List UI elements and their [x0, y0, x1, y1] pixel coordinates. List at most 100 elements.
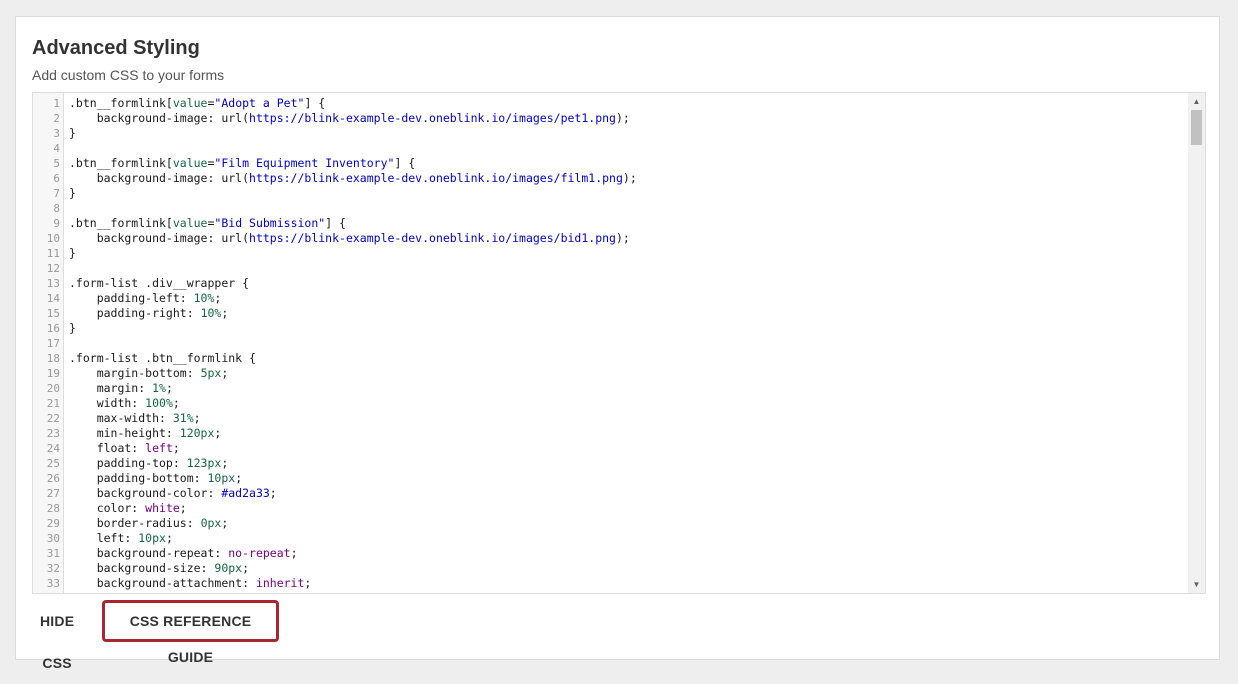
code-token: background-repeat: — [69, 546, 229, 560]
code-text: } — [69, 246, 76, 261]
css-reference-guide-button[interactable]: CSS REFERENCE GUIDE — [102, 600, 279, 665]
code-line[interactable]: 3} — [33, 126, 1188, 141]
code-line[interactable]: 20 margin: 1%; — [33, 381, 1188, 396]
code-line[interactable]: 14 padding-left: 10%; — [33, 291, 1188, 306]
line-number: 25 — [46, 457, 60, 470]
code-line[interactable]: 2 background-image: url(https://blink-ex… — [33, 111, 1188, 126]
code-text: max-width: 31%; — [69, 411, 201, 426]
code-text: min-height: 120px; — [69, 426, 222, 441]
code-text: background-size: 90px; — [69, 561, 249, 576]
code-line[interactable]: 24 float: left; — [33, 441, 1188, 456]
code-line[interactable]: 12 — [33, 261, 1188, 276]
code-text: background-image: url(https://blink-exam… — [69, 171, 637, 186]
code-text: background-color: #ad2a33; — [69, 486, 277, 501]
line-number: 4 — [53, 142, 60, 155]
code-line[interactable]: 29 border-radius: 0px; — [33, 516, 1188, 531]
code-token: ; — [214, 426, 222, 440]
code-text: padding-left: 10%; — [69, 291, 222, 306]
code-token: ; — [235, 471, 243, 485]
code-line[interactable]: 10 background-image: url(https://blink-e… — [33, 231, 1188, 246]
line-number: 18 — [46, 352, 60, 365]
code-line[interactable]: 31 background-repeat: no-repeat; — [33, 546, 1188, 561]
code-line[interactable]: 23 min-height: 120px; — [33, 426, 1188, 441]
code-token: 1% — [152, 381, 166, 395]
code-line[interactable]: 25 padding-top: 123px; — [33, 456, 1188, 471]
code-line[interactable]: 7} — [33, 186, 1188, 201]
line-number: 21 — [46, 397, 60, 410]
editor-scrollbar[interactable]: ▲ ▼ — [1188, 93, 1205, 593]
scrollbar-thumb[interactable] — [1191, 110, 1202, 145]
code-token: background-image: url( — [69, 111, 250, 125]
line-number: 1 — [53, 97, 60, 110]
code-token: ; — [193, 411, 201, 425]
code-line[interactable]: 19 margin-bottom: 5px; — [33, 366, 1188, 381]
code-text: padding-top: 123px; — [69, 456, 229, 471]
code-token: 90px — [214, 561, 243, 575]
code-token: ; — [172, 396, 180, 410]
code-line[interactable]: 30 left: 10px; — [33, 531, 1188, 546]
code-text: background-attachment: inherit; — [69, 576, 312, 591]
code-text: left: 10px; — [69, 531, 173, 546]
scroll-up-arrow-icon[interactable]: ▲ — [1188, 93, 1205, 110]
code-line[interactable]: 33 background-attachment: inherit; — [33, 576, 1188, 591]
code-token: 10px — [138, 531, 166, 545]
code-token: ; — [214, 291, 222, 305]
code-token: ; — [165, 531, 173, 545]
code-token: 31% — [172, 411, 194, 425]
code-line[interactable]: 16} — [33, 321, 1188, 336]
line-number: 20 — [46, 382, 60, 395]
code-token: ] { — [325, 216, 346, 230]
code-token: #ad2a33 — [221, 486, 270, 500]
scroll-down-arrow-icon[interactable]: ▼ — [1188, 576, 1205, 593]
code-token: background-image: url( — [69, 171, 250, 185]
code-text: background-image: url(https://blink-exam… — [69, 111, 630, 126]
code-line[interactable]: 27 background-color: #ad2a33; — [33, 486, 1188, 501]
code-token: no-repeat — [228, 546, 291, 560]
code-text: .form-list .btn__formlink { — [69, 351, 256, 366]
code-line[interactable]: 22 max-width: 31%; — [33, 411, 1188, 426]
code-token: float: — [69, 441, 146, 455]
code-token: 123px — [186, 456, 222, 470]
code-token: ; — [165, 381, 173, 395]
css-code-editor[interactable]: 1 .btn__formlink[value="Adopt a Pet"] {2 … — [32, 92, 1206, 594]
code-token: margin-bottom: — [69, 366, 201, 380]
code-text: background-image: url(https://blink-exam… — [69, 231, 630, 246]
code-line[interactable]: 18 .form-list .btn__formlink { — [33, 351, 1188, 366]
code-line[interactable]: 1 .btn__formlink[value="Adopt a Pet"] { — [33, 96, 1188, 111]
code-token: .form-list .div__wrapper { — [69, 276, 250, 290]
code-line[interactable]: 32 background-size: 90px; — [33, 561, 1188, 576]
code-token: color: — [69, 501, 146, 515]
code-token: ; — [269, 486, 277, 500]
code-line[interactable]: 6 background-image: url(https://blink-ex… — [33, 171, 1188, 186]
code-text: border-radius: 0px; — [69, 516, 229, 531]
hide-css-button[interactable]: HIDE CSS — [40, 600, 74, 671]
code-line[interactable]: 28 color: white; — [33, 501, 1188, 516]
line-number: 26 — [46, 472, 60, 485]
code-text: .btn__formlink[value="Film Equipment Inv… — [69, 156, 415, 171]
code-line[interactable]: 4 — [33, 141, 1188, 156]
code-token: ); — [615, 231, 630, 245]
line-number: 12 — [46, 262, 60, 275]
code-text: margin-bottom: 5px; — [69, 366, 229, 381]
line-number: 10 — [46, 232, 60, 245]
code-line[interactable]: 21 width: 100%; — [33, 396, 1188, 411]
code-token: } — [69, 186, 76, 200]
line-number: 29 — [46, 517, 60, 530]
code-token: ; — [242, 561, 250, 575]
code-line[interactable]: 26 padding-bottom: 10px; — [33, 471, 1188, 486]
code-token: padding-top: — [69, 456, 187, 470]
code-line[interactable]: 9 .btn__formlink[value="Bid Submission"] … — [33, 216, 1188, 231]
code-line[interactable]: 8 — [33, 201, 1188, 216]
line-number: 24 — [46, 442, 60, 455]
code-token: "Bid Submission" — [214, 216, 326, 230]
code-line[interactable]: 5 .btn__formlink[value="Film Equipment In… — [33, 156, 1188, 171]
code-line[interactable]: 11} — [33, 246, 1188, 261]
panel-title: Advanced Styling — [32, 37, 200, 59]
code-line[interactable]: 15 padding-right: 10%; — [33, 306, 1188, 321]
code-line[interactable]: 13 .form-list .div__wrapper { — [33, 276, 1188, 291]
code-token: ] { — [394, 156, 416, 170]
line-number: 7 — [53, 187, 60, 200]
code-lines[interactable]: 1 .btn__formlink[value="Adopt a Pet"] {2 … — [33, 96, 1188, 591]
code-text: background-repeat: no-repeat; — [69, 546, 298, 561]
code-line[interactable]: 17 — [33, 336, 1188, 351]
